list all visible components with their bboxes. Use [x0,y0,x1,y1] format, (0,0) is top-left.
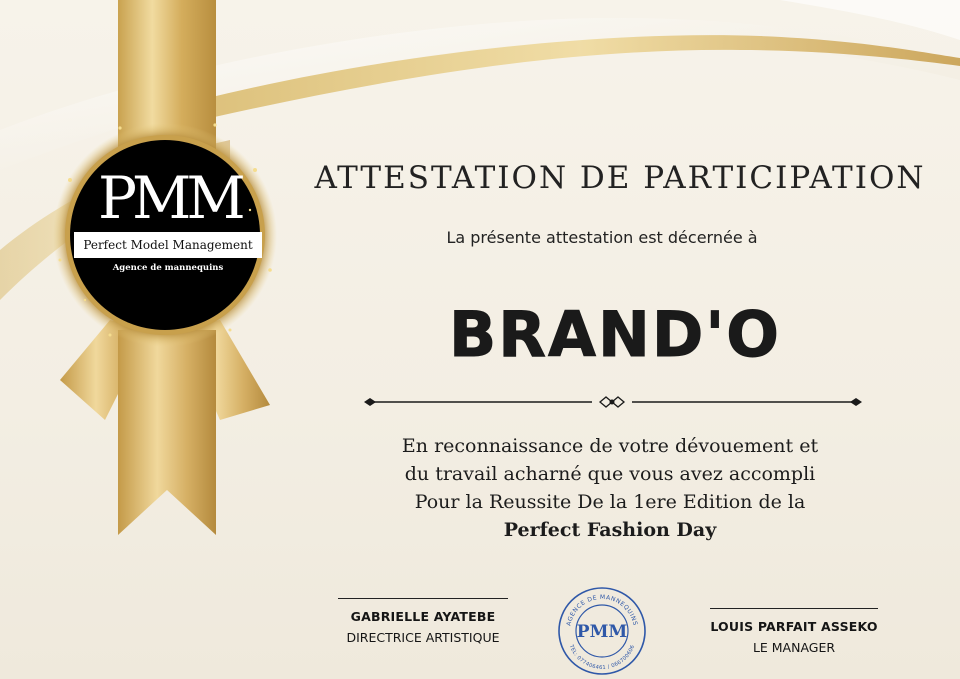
seal-agency-name: Perfect Model Management [74,232,262,258]
agency-stamp: AGENCE DE MANNEQUINS TEL: 077406461 / 06… [558,587,646,675]
signature-line-left [338,598,508,599]
signature-right: LOUIS PARFAIT ASSEKO LE MANAGER [694,608,894,655]
ornamental-divider [364,396,862,408]
body-line-1: En reconnaissance de votre dévouement et [401,435,819,457]
event-name: Perfect Fashion Day [503,519,717,541]
seal-agency-subtitle: Agence de mannequins [112,263,224,273]
certificate-page: PMM Perfect Model Management Agence de m… [0,0,960,679]
body-line-2: du travail acharné que vous avez accompl… [404,463,816,485]
seal-monogram: PMM [98,164,246,232]
signature-line-right [710,608,878,609]
certificate-title: ATTESTATION DE PARTICIPATION [314,160,926,196]
recipient-name: BRAND'O [448,298,782,372]
certificate-intro: La présente attestation est décernée à [446,228,758,247]
stamp-center: PMM [577,622,628,642]
signatory-name-right: LOUIS PARFAIT ASSEKO [710,619,878,634]
signatory-role-right: LE MANAGER [752,640,836,655]
certificate-body: En reconnaissance de votre dévouement et… [330,432,890,544]
signatory-role-left: DIRECTRICE ARTISTIQUE [346,630,500,645]
body-line-3: Pour la Reussite De la 1ere Edition de l… [414,491,806,513]
signature-left: GABRIELLE AYATEBE DIRECTRICE ARTISTIQUE [328,598,518,645]
signatory-name-left: GABRIELLE AYATEBE [350,609,496,624]
ribbon-tails-and-seal-border [53,123,277,535]
